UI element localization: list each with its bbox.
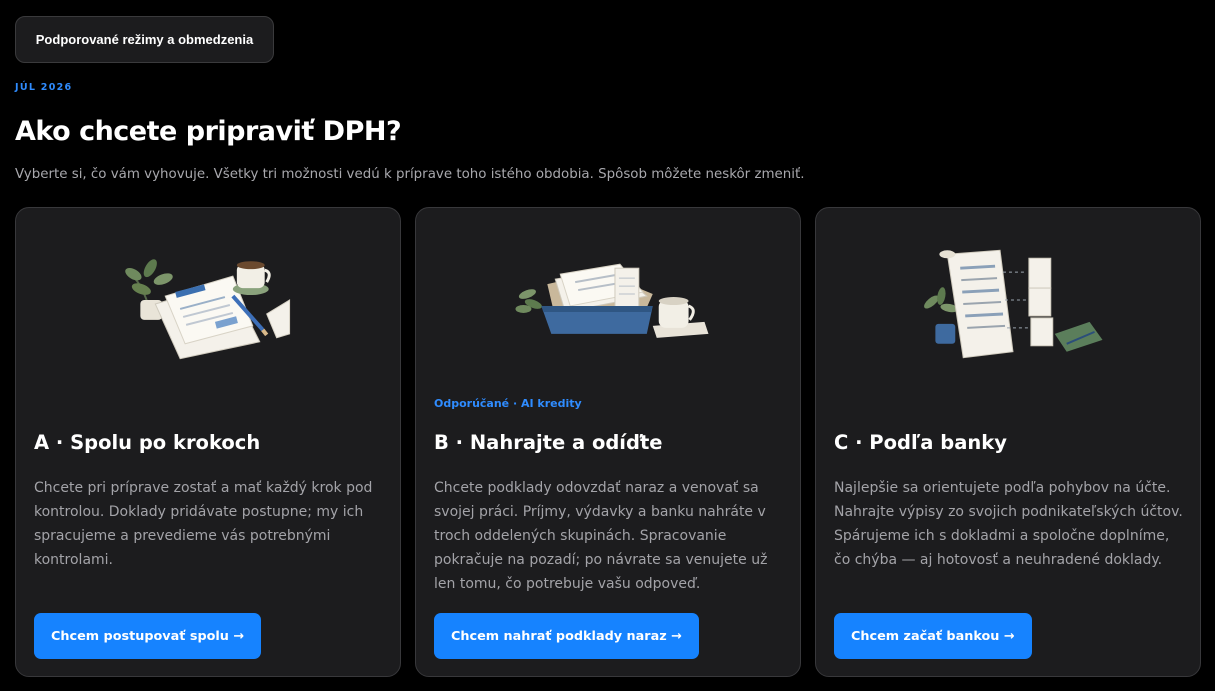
bank-statement-illustration <box>924 249 1103 359</box>
period-label: JÚL 2026 <box>15 82 73 93</box>
documents-with-coffee-illustration <box>125 259 291 360</box>
document-tray-illustration <box>515 263 709 338</box>
notebook-icon <box>1054 321 1103 352</box>
card-a-cta-button[interactable]: Chcem postupovať spolu → <box>34 613 262 659</box>
card-b-badge: Odporúčané · AI kredity <box>434 397 582 410</box>
plant-icon <box>515 289 542 313</box>
coffee-cup-icon <box>232 261 271 296</box>
receipt-icon <box>1030 317 1054 347</box>
card-c-description: Najlepšie sa orientujete podľa pohybov n… <box>834 480 1183 568</box>
receipt-icon <box>1028 257 1052 289</box>
option-card-c: C · Podľa banky Najlepšie sa orientujete… <box>815 207 1201 677</box>
supported-modes-button[interactable]: Podporované režimy a obmedzenia <box>15 16 274 63</box>
coffee-cup-icon <box>652 297 709 338</box>
option-card-a: A · Spolu po krokoch Chcete pri príprave… <box>15 207 401 677</box>
card-b-title: B · Nahrajte a odíďte <box>434 431 663 454</box>
card-c-cta-button[interactable]: Chcem začať bankou → <box>834 613 1032 659</box>
receipt-icon <box>1028 287 1052 317</box>
card-c-title: C · Podľa banky <box>834 431 1007 454</box>
option-card-b: Odporúčané · AI kredity B · Nahrajte a o… <box>415 207 801 677</box>
card-a-title: A · Spolu po krokoch <box>34 431 261 454</box>
card-b-description: Chcete podklady odovzdať naraz a venovať… <box>434 480 768 592</box>
card-a-description: Chcete pri príprave zostať a mať každý k… <box>34 480 373 568</box>
card-b-cta-button[interactable]: Chcem nahrať podklady naraz → <box>434 613 699 659</box>
page-subtitle: Vyberte si, čo vám vyhovuje. Všetky tri … <box>15 167 805 182</box>
document-tray-icon <box>541 263 653 334</box>
page-title: Ako chcete pripraviť DPH? <box>15 116 402 147</box>
